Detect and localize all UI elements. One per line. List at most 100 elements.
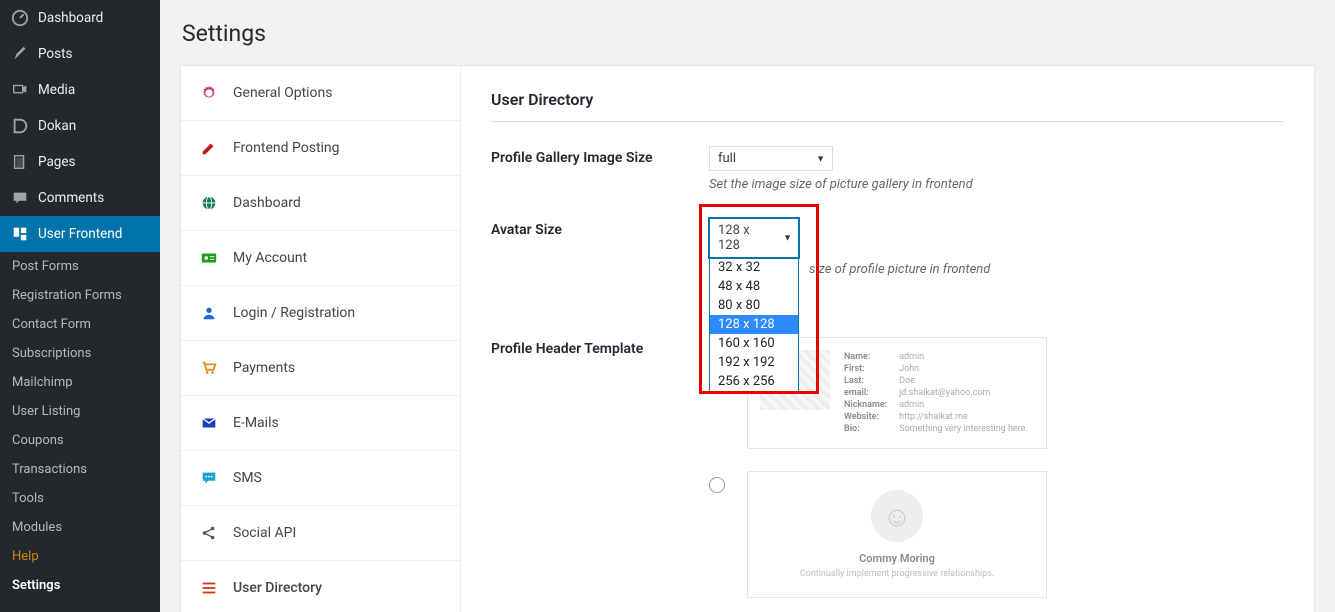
avatar-size-dropdown: 32 x 3248 x 4880 x 80128 x 128160 x 1601… [709, 257, 799, 392]
avatar-size-option[interactable]: 192 x 192 [710, 353, 798, 372]
field-help: Set the image size of picture gallery in… [709, 177, 1284, 192]
admin-submenu-item[interactable]: Post Forms [0, 252, 160, 281]
field-label: Profile Gallery Image Size [491, 146, 709, 192]
avatar-size-option[interactable]: 128 x 128 [710, 315, 798, 334]
settings-tab-label: Social API [233, 525, 296, 541]
settings-tab[interactable]: User Directory [181, 561, 460, 612]
settings-tab-label: Dashboard [233, 195, 301, 211]
admin-submenu-item[interactable]: Coupons [0, 426, 160, 455]
user-frontend-icon [10, 224, 30, 244]
pages-icon [10, 152, 30, 172]
settings-tab[interactable]: Dashboard [181, 176, 460, 231]
settings-tab-label: SMS [233, 470, 262, 486]
preview-row: Bio:Something very interesting here. [844, 424, 1028, 434]
list-icon [199, 578, 219, 598]
avatar-size-option[interactable]: 48 x 48 [710, 277, 798, 296]
admin-menu-label: Dokan [38, 118, 76, 134]
admin-submenu-item[interactable]: Registration Forms [0, 281, 160, 310]
preview-row: First:John [844, 364, 1028, 374]
settings-tab-label: E-Mails [233, 415, 279, 431]
settings-tab-label: Login / Registration [233, 305, 355, 321]
settings-tab[interactable]: SMS [181, 451, 460, 506]
admin-menu-pages[interactable]: Pages [0, 144, 160, 180]
edit-icon [199, 138, 219, 158]
template-preview-2: ☺ Commy Moring Continually implement pro… [747, 471, 1047, 598]
settings-panel: General Options Frontend Posting Dashboard… [180, 65, 1315, 612]
admin-menu-label: Comments [38, 190, 104, 206]
preview-row: Last:Doe [844, 376, 1028, 386]
admin-menu-dashboard[interactable]: Dashboard [0, 0, 160, 36]
admin-submenu-item[interactable]: Contact Form [0, 310, 160, 339]
admin-submenu-item[interactable]: Settings [0, 571, 160, 600]
settings-tab-label: Frontend Posting [233, 140, 340, 156]
admin-submenu-item[interactable]: Transactions [0, 455, 160, 484]
admin-menu-label: Dashboard [38, 10, 103, 26]
media-icon [10, 80, 30, 100]
avatar-size-option[interactable]: 80 x 80 [710, 296, 798, 315]
admin-submenu-item[interactable]: Mailchimp [0, 368, 160, 397]
gear-icon [199, 83, 219, 103]
admin-menu-dokan[interactable]: Dokan [0, 108, 160, 144]
settings-tab-label: User Directory [233, 580, 322, 596]
gallery-size-select[interactable]: full [709, 146, 833, 171]
admin-menu-user-frontend[interactable]: User Frontend [0, 216, 160, 252]
page-title: Settings [182, 20, 1315, 47]
avatar-placeholder: ☺ [871, 490, 923, 542]
admin-submenu-item[interactable]: Tools [0, 484, 160, 513]
id-icon [199, 248, 219, 268]
settings-tab[interactable]: Login / Registration [181, 286, 460, 341]
settings-tab[interactable]: Frontend Posting [181, 121, 460, 176]
admin-menu-posts[interactable]: Posts [0, 36, 160, 72]
pin-icon [10, 44, 30, 64]
preview2-name: Commy Moring [758, 552, 1036, 565]
cart-icon [199, 358, 219, 378]
settings-tab-label: Payments [233, 360, 295, 376]
field-help: size of profile picture in frontend [809, 262, 1284, 277]
settings-tab[interactable]: Social API [181, 506, 460, 561]
section-title: User Directory [491, 90, 1284, 122]
settings-content: User Directory Profile Gallery Image Siz… [461, 66, 1314, 612]
main-content: Settings General Options Frontend Posting… [160, 0, 1335, 612]
preview1-table: Name:admin First:John Last:Doe email:jd.sha… [842, 350, 1030, 436]
settings-tab[interactable]: My Account [181, 231, 460, 286]
field-gallery-size: Profile Gallery Image Size full Set the … [491, 146, 1284, 192]
settings-tab[interactable]: E-Mails [181, 396, 460, 451]
settings-tab-label: General Options [233, 85, 333, 101]
dokan-icon [10, 116, 30, 136]
admin-menu-comments[interactable]: Comments [0, 180, 160, 216]
settings-tab[interactable]: Payments [181, 341, 460, 396]
admin-menu-label: Media [38, 82, 75, 98]
admin-menu-media[interactable]: Media [0, 72, 160, 108]
settings-tab-label: My Account [233, 250, 307, 266]
radio-unchecked[interactable] [709, 477, 725, 493]
preview-row: Name:admin [844, 352, 1028, 362]
field-label: Profile Header Template [491, 337, 709, 612]
admin-sidebar: Dashboard Posts Media Dokan Pages Commen… [0, 0, 160, 612]
avatar-size-option[interactable]: 160 x 160 [710, 334, 798, 353]
admin-submenu-item[interactable]: Subscriptions [0, 339, 160, 368]
field-label: Avatar Size [491, 218, 709, 277]
settings-tabs: General Options Frontend Posting Dashboard… [181, 66, 461, 612]
globe-icon [199, 193, 219, 213]
avatar-size-option[interactable]: 32 x 32 [710, 258, 798, 277]
share-icon [199, 523, 219, 543]
settings-tab[interactable]: General Options [181, 66, 460, 121]
admin-submenu-item[interactable]: User Listing [0, 397, 160, 426]
admin-submenu-item[interactable]: Modules [0, 513, 160, 542]
field-header-template: Profile Header Template Name:admin First:… [491, 337, 1284, 612]
admin-menu-label: Posts [38, 46, 72, 62]
admin-submenu-item[interactable]: Help [0, 542, 160, 571]
user-icon [199, 303, 219, 323]
admin-menu-label: Pages [38, 154, 76, 170]
comments-icon [10, 188, 30, 208]
admin-submenu: Post FormsRegistration FormsContact Form… [0, 252, 160, 600]
avatar-size-select[interactable]: 128 x 128 [709, 218, 799, 258]
template-option-2[interactable]: ☺ Commy Moring Continually implement pro… [709, 471, 1284, 598]
preview-row: email:jd.shaikat@yahoo.com [844, 388, 1028, 398]
avatar-size-option[interactable]: 256 x 256 [710, 372, 798, 391]
mail-icon [199, 413, 219, 433]
field-avatar-size: Avatar Size 128 x 128 32 x 3248 x 4880 x… [491, 218, 1284, 277]
preview-row: Nickname:admin [844, 400, 1028, 410]
preview2-desc: Continually implement progressive relati… [758, 569, 1036, 579]
sms-icon [199, 468, 219, 488]
